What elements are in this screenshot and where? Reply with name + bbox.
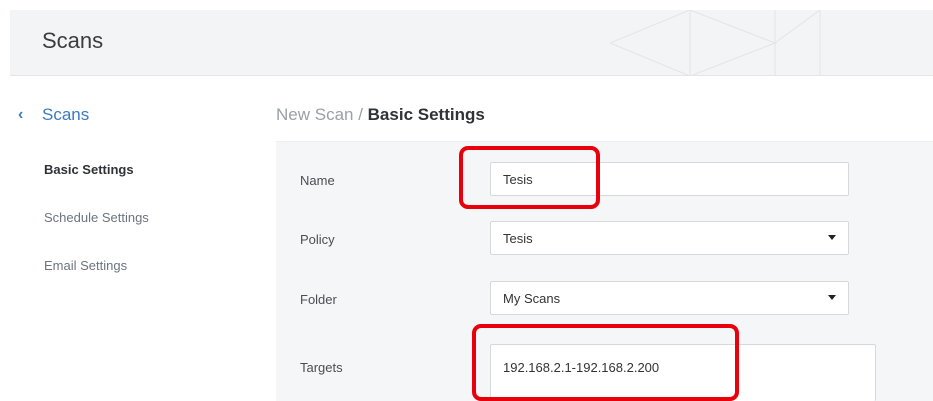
sidebar-item-email-settings[interactable]: Email Settings bbox=[44, 258, 127, 273]
targets-label: Targets bbox=[300, 360, 343, 375]
sidebar-item-schedule-settings[interactable]: Schedule Settings bbox=[44, 210, 149, 225]
back-to-scans-link[interactable]: ‹ Scans bbox=[18, 105, 89, 125]
breadcrumb-separator: / bbox=[353, 105, 368, 124]
header-decoration bbox=[610, 10, 821, 75]
breadcrumb-parent[interactable]: New Scan bbox=[276, 105, 353, 124]
sidebar-item-basic-settings[interactable]: Basic Settings bbox=[44, 162, 134, 177]
folder-select[interactable]: My Scans bbox=[490, 281, 849, 315]
page-title: Scans bbox=[42, 28, 104, 53]
folder-select-value: My Scans bbox=[503, 290, 561, 306]
caret-down-icon bbox=[828, 295, 836, 300]
name-label: Name bbox=[300, 173, 335, 188]
chevron-left-icon: ‹ bbox=[18, 106, 24, 123]
breadcrumb-current: Basic Settings bbox=[367, 105, 485, 124]
name-input[interactable]: Tesis bbox=[490, 162, 849, 196]
policy-select[interactable]: Tesis bbox=[490, 221, 849, 255]
folder-label: Folder bbox=[300, 292, 337, 307]
policy-select-value: Tesis bbox=[503, 230, 533, 246]
back-link-label: Scans bbox=[42, 105, 90, 124]
breadcrumb: New Scan / Basic Settings bbox=[276, 105, 485, 125]
caret-down-icon bbox=[828, 235, 836, 240]
policy-label: Policy bbox=[300, 232, 335, 247]
name-input-value: Tesis bbox=[503, 171, 533, 187]
top-bar: Scans bbox=[10, 10, 933, 76]
targets-textarea[interactable]: 192.168.2.1-192.168.2.200 bbox=[490, 344, 876, 401]
targets-textarea-value: 192.168.2.1-192.168.2.200 bbox=[503, 360, 660, 375]
